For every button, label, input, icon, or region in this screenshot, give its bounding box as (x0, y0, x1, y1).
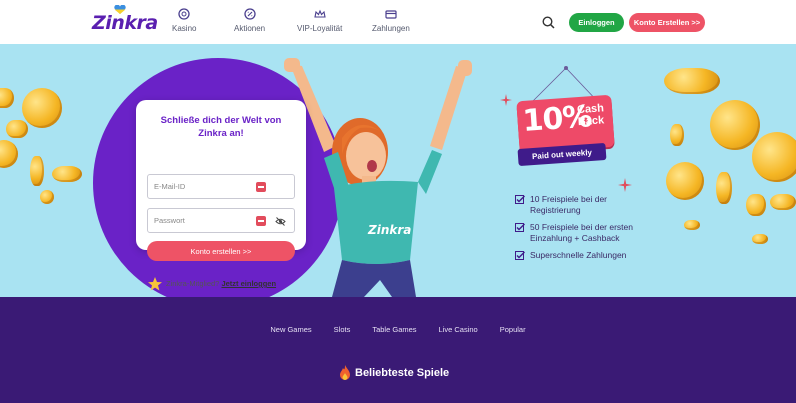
nav-label: VIP-Loyalität (297, 24, 343, 33)
coin-image (770, 194, 796, 210)
coin-image (684, 220, 700, 230)
logo-text: Zinkra (92, 12, 158, 34)
coin-image (716, 172, 732, 204)
star-icon (148, 277, 162, 291)
benefit-item: 50 Freispiele bei der ersten Einzahlung … (515, 222, 635, 244)
coin-image (752, 132, 796, 182)
category-slots[interactable]: Slots (334, 325, 351, 334)
flame-icon (340, 365, 350, 380)
coin-image (0, 140, 18, 168)
nav-label: Aktionen (234, 24, 266, 33)
coin-image (30, 156, 44, 186)
sparkle-icon (500, 94, 512, 106)
password-field[interactable]: Passwort (147, 208, 295, 233)
benefits-list: 10 Freispiele bei der Registrierung 50 F… (515, 194, 635, 267)
coin-image (664, 68, 720, 94)
nav-vip[interactable]: VIP-Loyalität (297, 8, 342, 33)
signup-card: Schließe dich der Welt von Zinkra an! E-… (136, 100, 306, 291)
email-field[interactable]: E-Mail-ID (147, 174, 295, 199)
email-placeholder: E-Mail-ID (154, 182, 186, 191)
nav-label: Zahlungen (372, 24, 410, 33)
sparkle-icon (618, 178, 632, 192)
heart-icon (114, 5, 126, 14)
nav-kasino[interactable]: Kasino (172, 8, 196, 33)
category-live-casino[interactable]: Live Casino (439, 325, 478, 334)
coin-image (670, 124, 684, 146)
nav-label: Kasino (172, 24, 197, 33)
coin-image (22, 88, 62, 128)
error-icon (256, 216, 266, 226)
coin-image (6, 120, 28, 138)
password-placeholder: Passwort (154, 216, 185, 225)
cashback-promo: 10% Cash Back Paid out weekly (500, 58, 640, 192)
nav-zahlungen[interactable]: Zahlungen (372, 8, 410, 33)
error-icon (256, 182, 266, 192)
promotions-icon (243, 8, 256, 20)
member-login-row: Zinkra-Mitglied? Jetzt einloggen (147, 276, 276, 292)
benefit-item: 10 Freispiele bei der Registrierung (515, 194, 635, 216)
coin-image (666, 162, 704, 200)
top-header: Zinkra Kasino Aktionen VIP-Loyalität Zah… (0, 0, 796, 44)
coin-image (0, 88, 14, 108)
vip-crown-icon (314, 9, 326, 18)
benefit-text: 10 Freispiele bei der Registrierung (530, 194, 608, 215)
checkbox-check-icon (515, 195, 525, 204)
hero-banner: Zinkra Schließe dich der Welt von Zinkra… (0, 44, 796, 297)
coin-image (746, 194, 766, 216)
popular-games-heading: Beliebteste Spiele (339, 365, 449, 381)
nav-aktionen[interactable]: Aktionen (234, 8, 265, 33)
benefit-item: Superschnelle Zahlungen (515, 250, 635, 261)
checkbox-check-icon (515, 223, 525, 232)
game-category-nav: New Games Slots Table Games Live Casino … (0, 325, 796, 334)
category-popular[interactable]: Popular (500, 325, 526, 334)
category-table-games[interactable]: Table Games (372, 325, 416, 334)
category-new-games[interactable]: New Games (270, 325, 311, 334)
create-account-button[interactable]: Konto Erstellen >> (629, 13, 705, 32)
cheering-woman-illustration: Zinkra (284, 58, 472, 297)
signup-submit-button[interactable]: Konto erstellen >> (147, 241, 295, 261)
coin-image (752, 234, 768, 244)
benefit-text: 50 Freispiele bei der ersten Einzahlung … (530, 222, 634, 243)
login-button[interactable]: Einloggen (569, 13, 624, 32)
cashback-back: Back (577, 114, 605, 129)
signup-title: Schließe dich der Welt von Zinkra an! (160, 115, 282, 139)
hide-password-icon[interactable] (275, 216, 286, 227)
payments-icon (385, 10, 397, 19)
login-now-link[interactable]: Jetzt einloggen (221, 279, 276, 288)
coin-image (52, 166, 82, 182)
casino-chip-icon (178, 8, 190, 20)
svg-text:Zinkra: Zinkra (367, 223, 411, 237)
coin-image (40, 190, 54, 204)
games-section: New Games Slots Table Games Live Casino … (0, 297, 796, 403)
zinkra-logo[interactable]: Zinkra (92, 5, 158, 34)
search-icon[interactable] (542, 16, 555, 29)
member-text: Zinkra-Mitglied? (166, 278, 220, 288)
coin-image (710, 100, 760, 150)
popular-games-title: Beliebteste Spiele (355, 367, 450, 379)
checkbox-check-icon (515, 251, 525, 260)
benefit-text: Superschnelle Zahlungen (530, 250, 627, 260)
